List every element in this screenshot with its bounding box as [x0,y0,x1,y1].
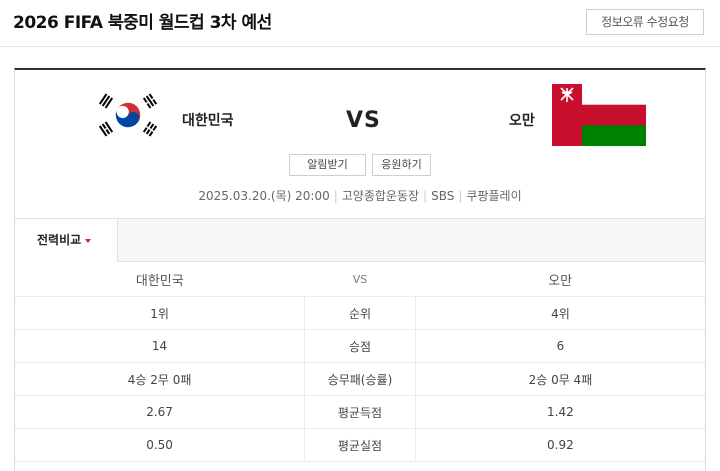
table-row: 0.50 평균실점 0.92 [15,428,705,462]
page-header: 2026 FIFA 북중미 월드컵 3차 예선 정보오류 수정요청 [0,0,720,47]
stat-label: 순위 [304,296,416,330]
match-info: 2025.03.20.(목) 20:00 | 고양종합운동장 | SBS | 쿠팡플레이 [198,189,522,203]
caret-down-icon [85,238,92,243]
away-team-name: 오만 [509,113,535,129]
home-value: 2.67 [15,395,305,429]
table-row: 14 승점 6 [15,329,705,363]
vs-label: VS [346,108,381,133]
tab-bar: 전력비교 [15,218,705,262]
stats-table: 대한민국 VS 오만 1위 순위 4위 14 승점 6 4승 2무 0패 승무패… [15,262,705,462]
stat-label: 평균득점 [304,395,416,429]
away-value: 2승 0무 4패 [415,362,705,396]
home-value: 1위 [15,296,305,330]
away-value: 4위 [415,296,705,330]
home-value: 0.50 [15,428,305,462]
stats-header-away: 오만 [415,262,705,297]
match-venue: 고양종합운동장 [341,189,420,203]
broadcast-sbs: SBS [431,189,455,203]
stats-header-vs: VS [304,262,416,297]
away-value: 6 [415,329,705,363]
table-row: 4승 2무 0패 승무패(승률) 2승 0무 4패 [15,362,705,396]
home-team-name: 대한민국 [182,113,234,129]
table-row: 1위 순위 4위 [15,296,705,330]
stats-header-home: 대한민국 [15,262,305,297]
match-card: 대한민국 VS 오만 알림받기 응원하기 2025.03.20.(목) 20:0… [14,68,706,471]
stat-label: 승점 [304,329,416,363]
tab-strength-compare[interactable]: 전력비교 [15,218,118,262]
match-datetime: 2025.03.20.(목) 20:00 [198,189,330,203]
korea-flag-icon [93,90,163,140]
page-title: 2026 FIFA 북중미 월드컵 3차 예선 [13,13,272,33]
away-value: 0.92 [415,428,705,462]
stat-label: 평균실점 [304,428,416,462]
oman-flag-icon [552,84,646,146]
home-value: 14 [15,329,305,363]
report-error-button[interactable]: 정보오류 수정요청 [586,9,704,35]
stat-label: 승무패(승률) [304,362,416,396]
home-value: 4승 2무 0패 [15,362,305,396]
alarm-button[interactable]: 알림받기 [289,154,366,176]
away-value: 1.42 [415,395,705,429]
cheer-button[interactable]: 응원하기 [372,154,431,176]
table-row: 2.67 평균득점 1.42 [15,395,705,429]
broadcast-coupang: 쿠팡플레이 [466,189,522,203]
tab-label: 전력비교 [37,233,82,247]
stats-header-row: 대한민국 VS 오만 [15,262,705,297]
